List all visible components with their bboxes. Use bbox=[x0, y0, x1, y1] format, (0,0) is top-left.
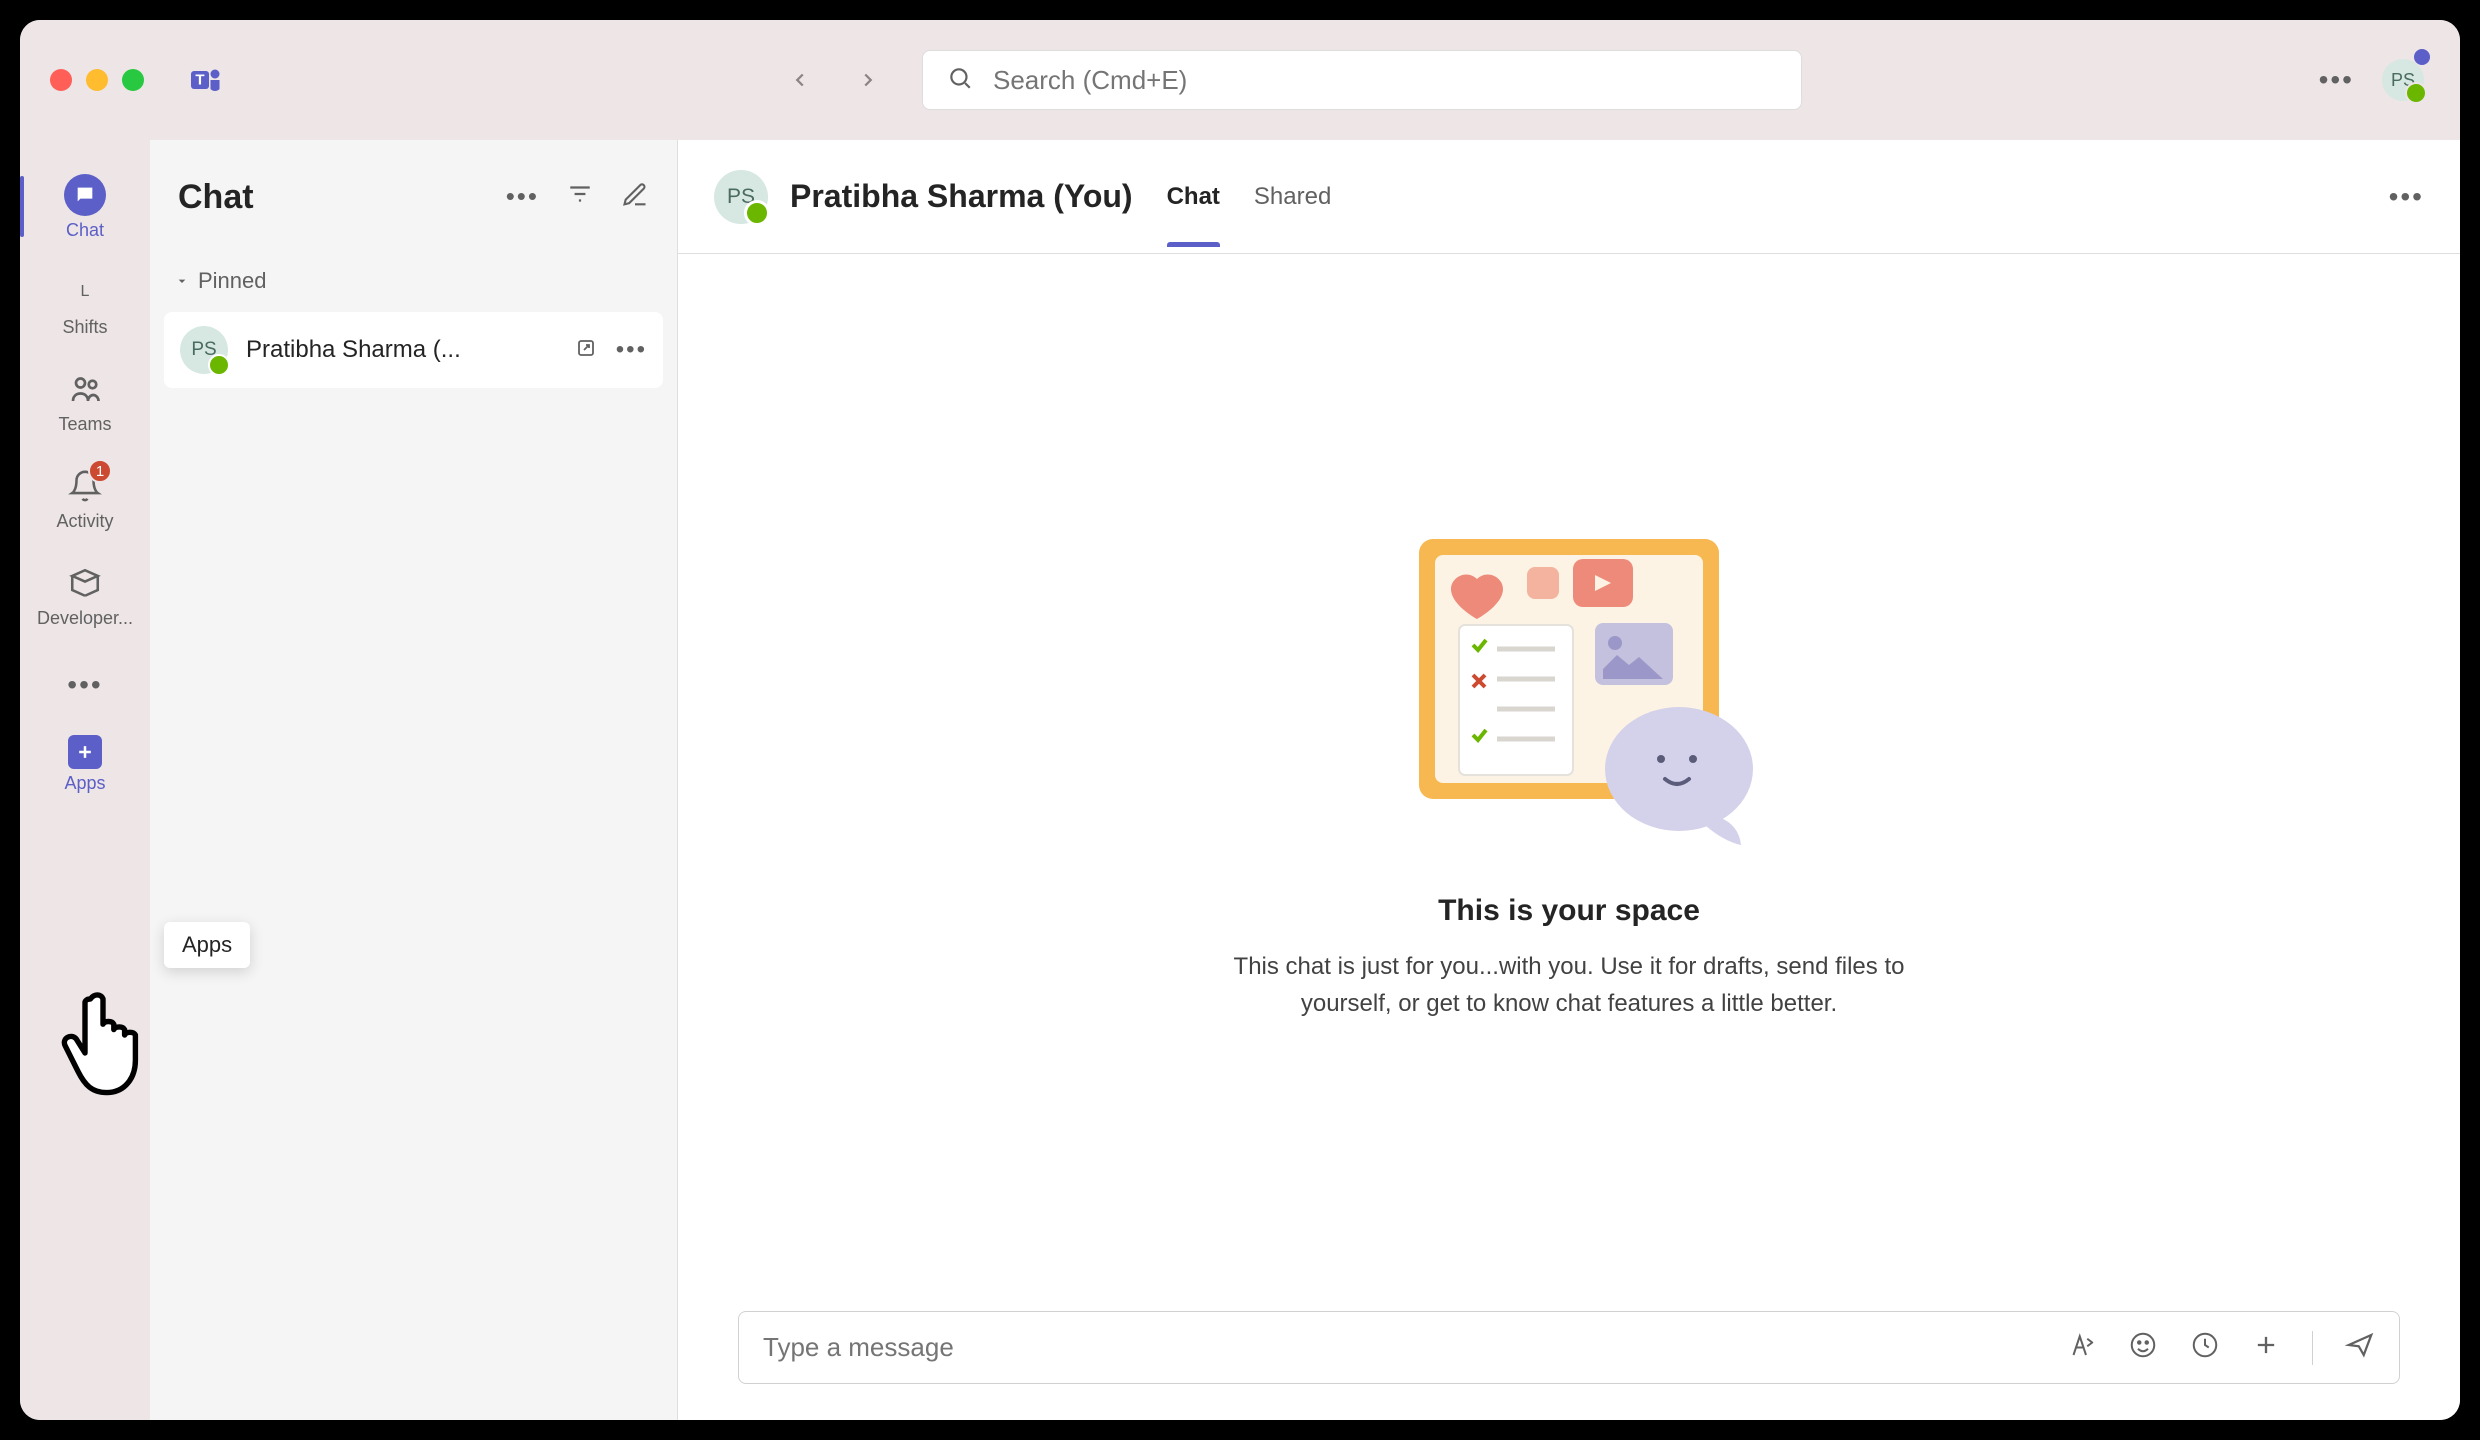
giphy-button[interactable] bbox=[2190, 1330, 2220, 1365]
rail-label: Chat bbox=[66, 220, 104, 241]
window-controls bbox=[50, 69, 144, 91]
emoji-button[interactable] bbox=[2128, 1330, 2158, 1365]
rail-item-chat[interactable]: Chat bbox=[30, 164, 140, 257]
app-rail: Chat L Shifts Teams 1 Activity bbox=[20, 140, 150, 1420]
titlebar: T ••• PS bbox=[20, 20, 2460, 140]
popout-icon[interactable] bbox=[574, 336, 598, 365]
teams-icon bbox=[64, 368, 106, 410]
activity-badge: 1 bbox=[88, 459, 112, 483]
rail-label: Activity bbox=[56, 511, 113, 532]
new-chat-button[interactable] bbox=[621, 181, 649, 214]
rail-item-developer[interactable]: Developer... bbox=[30, 552, 140, 645]
search-input[interactable] bbox=[993, 65, 1777, 96]
hand-cursor-icon bbox=[58, 988, 166, 1105]
rail-item-apps[interactable]: Apps bbox=[30, 725, 140, 804]
chat-list-more-button[interactable]: ••• bbox=[506, 181, 539, 214]
teams-app-icon: T bbox=[186, 60, 226, 100]
apps-tooltip: Apps bbox=[164, 922, 250, 968]
filter-button[interactable] bbox=[567, 181, 593, 214]
avatar: PS bbox=[180, 326, 228, 374]
chat-icon bbox=[64, 174, 106, 216]
nav-arrows bbox=[780, 60, 888, 100]
avatar: PS bbox=[714, 170, 768, 224]
conversation-body: This is your space This chat is just for… bbox=[678, 254, 2460, 1287]
pinned-section-header[interactable]: Pinned bbox=[150, 254, 677, 308]
rail-label: Shifts bbox=[62, 317, 107, 338]
empty-state-illustration bbox=[1379, 519, 1759, 854]
tab-chat[interactable]: Chat bbox=[1167, 147, 1220, 247]
profile-avatar[interactable]: PS bbox=[2382, 59, 2424, 101]
apps-plus-icon bbox=[68, 735, 102, 769]
back-button[interactable] bbox=[780, 60, 820, 100]
rail-item-teams[interactable]: Teams bbox=[30, 358, 140, 451]
chat-list-header: Chat ••• bbox=[150, 140, 677, 254]
rail-item-activity[interactable]: 1 Activity bbox=[30, 455, 140, 548]
format-button[interactable] bbox=[2066, 1330, 2096, 1365]
empty-state-title: This is your space bbox=[1438, 894, 1700, 928]
message-input[interactable] bbox=[763, 1332, 2066, 1363]
divider bbox=[2312, 1331, 2313, 1365]
tab-shared[interactable]: Shared bbox=[1254, 147, 1331, 247]
shifts-icon: L bbox=[64, 271, 106, 313]
rail-item-shifts[interactable]: L Shifts bbox=[30, 261, 140, 354]
empty-state-description: This chat is just for you...with you. Us… bbox=[1189, 948, 1949, 1022]
chat-list-title: Chat bbox=[178, 178, 506, 217]
rail-more-button[interactable]: ••• bbox=[67, 669, 103, 701]
rail-label: Apps bbox=[64, 773, 105, 794]
send-button[interactable] bbox=[2345, 1330, 2375, 1365]
chat-item-more-button[interactable]: ••• bbox=[616, 336, 647, 365]
rail-label: Teams bbox=[58, 414, 111, 435]
chat-list-panel: Chat ••• Pinned PS Pratibha Sharma (... bbox=[150, 140, 678, 1420]
attach-button[interactable] bbox=[2252, 1331, 2280, 1364]
section-label: Pinned bbox=[198, 268, 267, 294]
app-window: T ••• PS Cha bbox=[20, 20, 2460, 1420]
composer-area bbox=[678, 1287, 2460, 1420]
rail-label: Developer... bbox=[37, 608, 133, 629]
titlebar-more-button[interactable]: ••• bbox=[2319, 64, 2354, 96]
svg-text:T: T bbox=[195, 72, 204, 89]
chat-list-item[interactable]: PS Pratibha Sharma (... ••• bbox=[164, 312, 663, 388]
body: Chat L Shifts Teams 1 Activity bbox=[20, 140, 2460, 1420]
close-window-button[interactable] bbox=[50, 69, 72, 91]
maximize-window-button[interactable] bbox=[122, 69, 144, 91]
search-bar[interactable] bbox=[922, 50, 1802, 110]
developer-icon bbox=[64, 562, 106, 604]
chat-item-name: Pratibha Sharma (... bbox=[246, 336, 556, 364]
forward-button[interactable] bbox=[848, 60, 888, 100]
message-composer[interactable] bbox=[738, 1311, 2400, 1384]
search-icon bbox=[947, 65, 973, 96]
main-header: PS Pratibha Sharma (You) Chat Shared ••• bbox=[678, 140, 2460, 254]
main-panel: PS Pratibha Sharma (You) Chat Shared ••• bbox=[678, 140, 2460, 1420]
titlebar-right: ••• PS bbox=[2319, 59, 2424, 101]
chevron-down-icon bbox=[174, 273, 190, 289]
conversation-title: Pratibha Sharma (You) bbox=[790, 178, 1133, 215]
conversation-more-button[interactable]: ••• bbox=[2389, 181, 2424, 213]
conversation-tabs: Chat Shared bbox=[1167, 147, 1332, 247]
minimize-window-button[interactable] bbox=[86, 69, 108, 91]
activity-icon: 1 bbox=[64, 465, 106, 507]
